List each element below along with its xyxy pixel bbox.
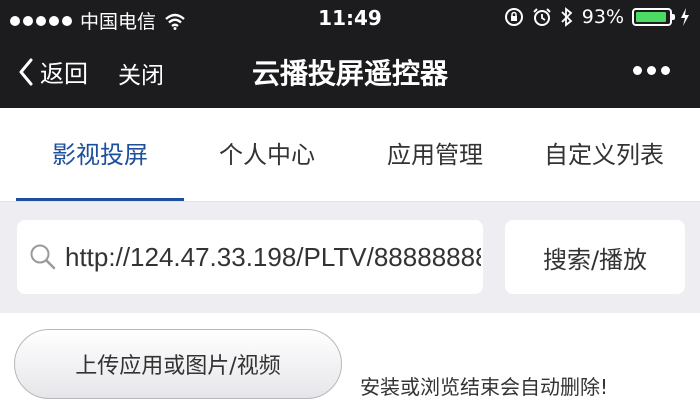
battery-percent: 93%	[581, 6, 624, 28]
navigation-bar: 返回 关闭 云播投屏遥控器	[0, 36, 700, 108]
upload-button[interactable]: 上传应用或图片/视频	[14, 329, 342, 399]
upload-hint: 安装或浏览结束会自动删除!	[360, 375, 609, 399]
battery-fill	[636, 12, 666, 22]
status-bar: 中国电信 11:49 93%	[0, 0, 700, 36]
upload-panel: 上传应用或图片/视频 安装或浏览结束会自动删除!	[0, 313, 700, 417]
tab-video-cast[interactable]: 影视投屏	[16, 108, 184, 202]
tab-custom-list[interactable]: 自定义列表	[520, 108, 688, 202]
search-box	[17, 220, 483, 294]
search-input[interactable]	[65, 220, 481, 294]
active-tab-indicator	[16, 198, 184, 201]
more-dots-icon[interactable]	[633, 66, 670, 75]
tab-bar: 影视投屏 个人中心 应用管理 自定义列表	[0, 108, 700, 202]
tab-personal-center[interactable]: 个人中心	[188, 108, 346, 202]
status-right: 93%	[504, 6, 690, 28]
orientation-lock-icon	[504, 8, 523, 26]
tab-app-management[interactable]: 应用管理	[356, 108, 514, 202]
search-play-button[interactable]: 搜索/播放	[505, 220, 685, 294]
battery-icon	[632, 8, 675, 26]
search-icon	[30, 244, 56, 270]
bluetooth-icon	[561, 7, 573, 27]
page-title: 云播投屏遥控器	[251, 57, 448, 90]
alarm-icon	[533, 8, 551, 26]
charging-icon	[681, 8, 689, 26]
